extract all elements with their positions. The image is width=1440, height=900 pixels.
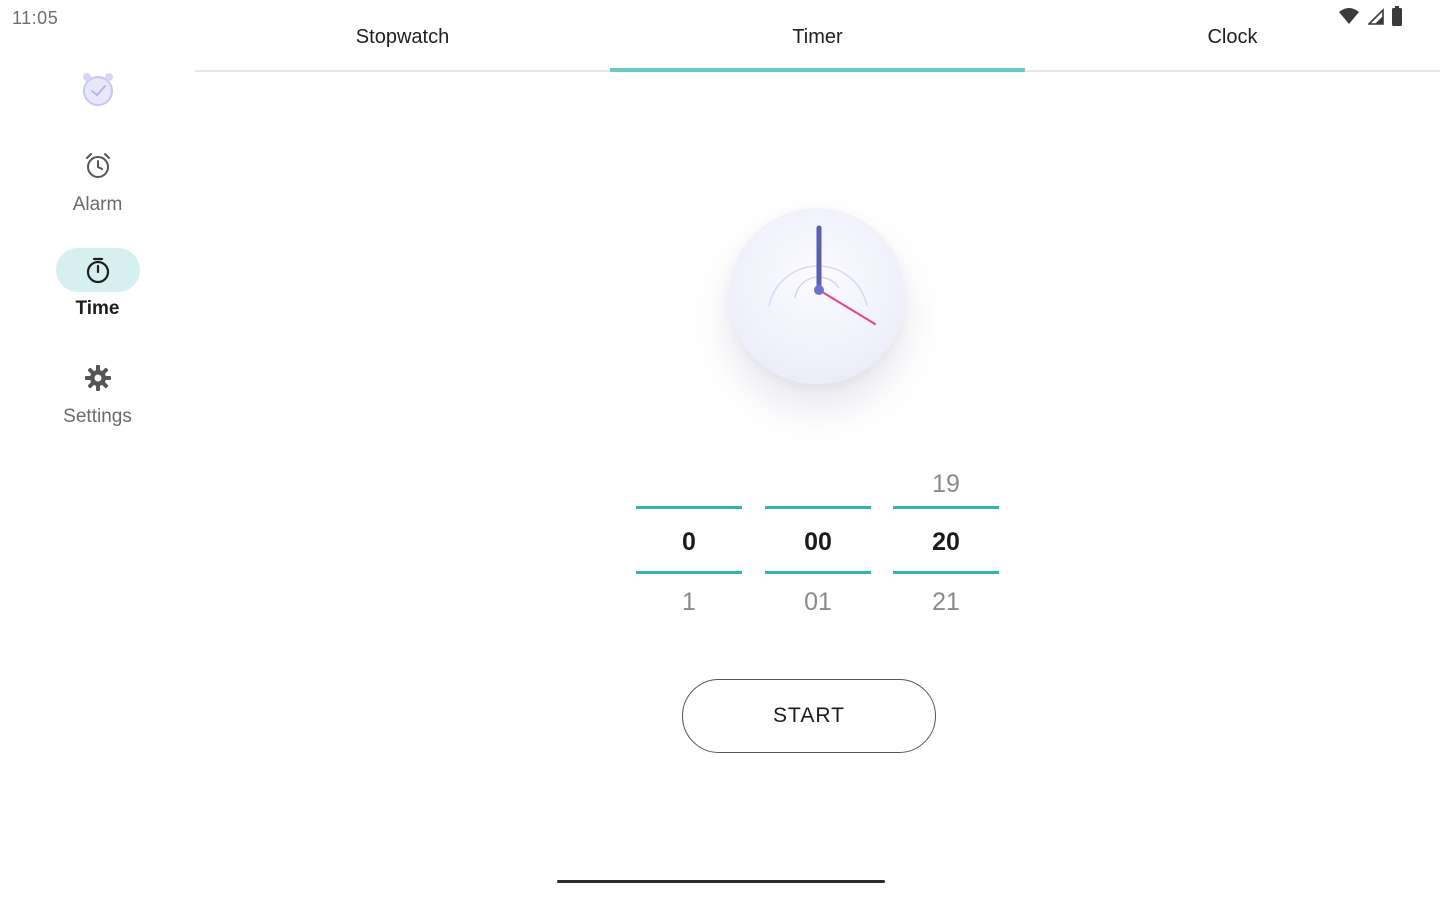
timer-screen: 11:05 Stopwatch Timer Clock Alarm Time S… [0,0,1440,900]
hours-top-divider [636,506,742,509]
clock-face-icon [768,225,876,325]
seconds-bottom-divider [893,571,999,574]
navigation-rail: Alarm Time Settings [0,60,195,900]
status-time: 11:05 [12,8,59,28]
tab-clock-label: Clock [1207,25,1258,48]
rail-pill-alarm [56,144,140,188]
app-alarm-logo-icon [83,73,113,106]
tab-timer-label: Timer [792,25,843,48]
gesture-navigation-bar[interactable] [557,880,885,883]
tab-clock[interactable]: Clock [1025,0,1440,70]
tab-timer[interactable]: Timer [610,0,1025,72]
hours-picker[interactable]: 0 1 [636,460,742,620]
tab-stopwatch-label: Stopwatch [355,25,450,48]
tab-bar: Stopwatch Timer Clock [195,0,1440,72]
seconds-next-value[interactable]: 21 [893,588,999,617]
start-button[interactable]: START [682,679,936,753]
seconds-previous-value[interactable]: 19 [893,470,999,499]
tab-stopwatch[interactable]: Stopwatch [195,0,610,70]
rail-item-time-label: Time [75,298,120,319]
minutes-top-divider [765,506,871,509]
alarm-clock-icon [85,153,110,178]
hours-current-value[interactable]: 0 [636,528,742,557]
timer-picker: 0 1 00 01 19 20 21 [636,460,1002,620]
rail-item-settings-label: Settings [63,406,132,427]
seconds-current-value[interactable]: 20 [893,528,999,557]
timer-clock-dial [729,208,905,384]
minutes-picker[interactable]: 00 01 [765,460,871,620]
rail-item-settings[interactable]: Settings [0,356,195,446]
seconds-picker[interactable]: 19 20 21 [893,460,999,620]
seconds-top-divider [893,506,999,509]
rail-item-alarm-label: Alarm [72,194,123,215]
minutes-bottom-divider [765,571,871,574]
minutes-next-value[interactable]: 01 [765,588,871,617]
rail-pill-time [55,248,140,292]
stopwatch-icon [86,257,109,284]
rail-item-time[interactable]: Time [0,248,195,338]
minutes-current-value[interactable]: 00 [765,528,871,557]
hours-next-value[interactable]: 1 [636,588,742,617]
hours-bottom-divider [636,571,742,574]
gear-icon [84,365,111,391]
rail-item-alarm[interactable]: Alarm [0,144,195,234]
rail-pill-settings [56,356,140,400]
